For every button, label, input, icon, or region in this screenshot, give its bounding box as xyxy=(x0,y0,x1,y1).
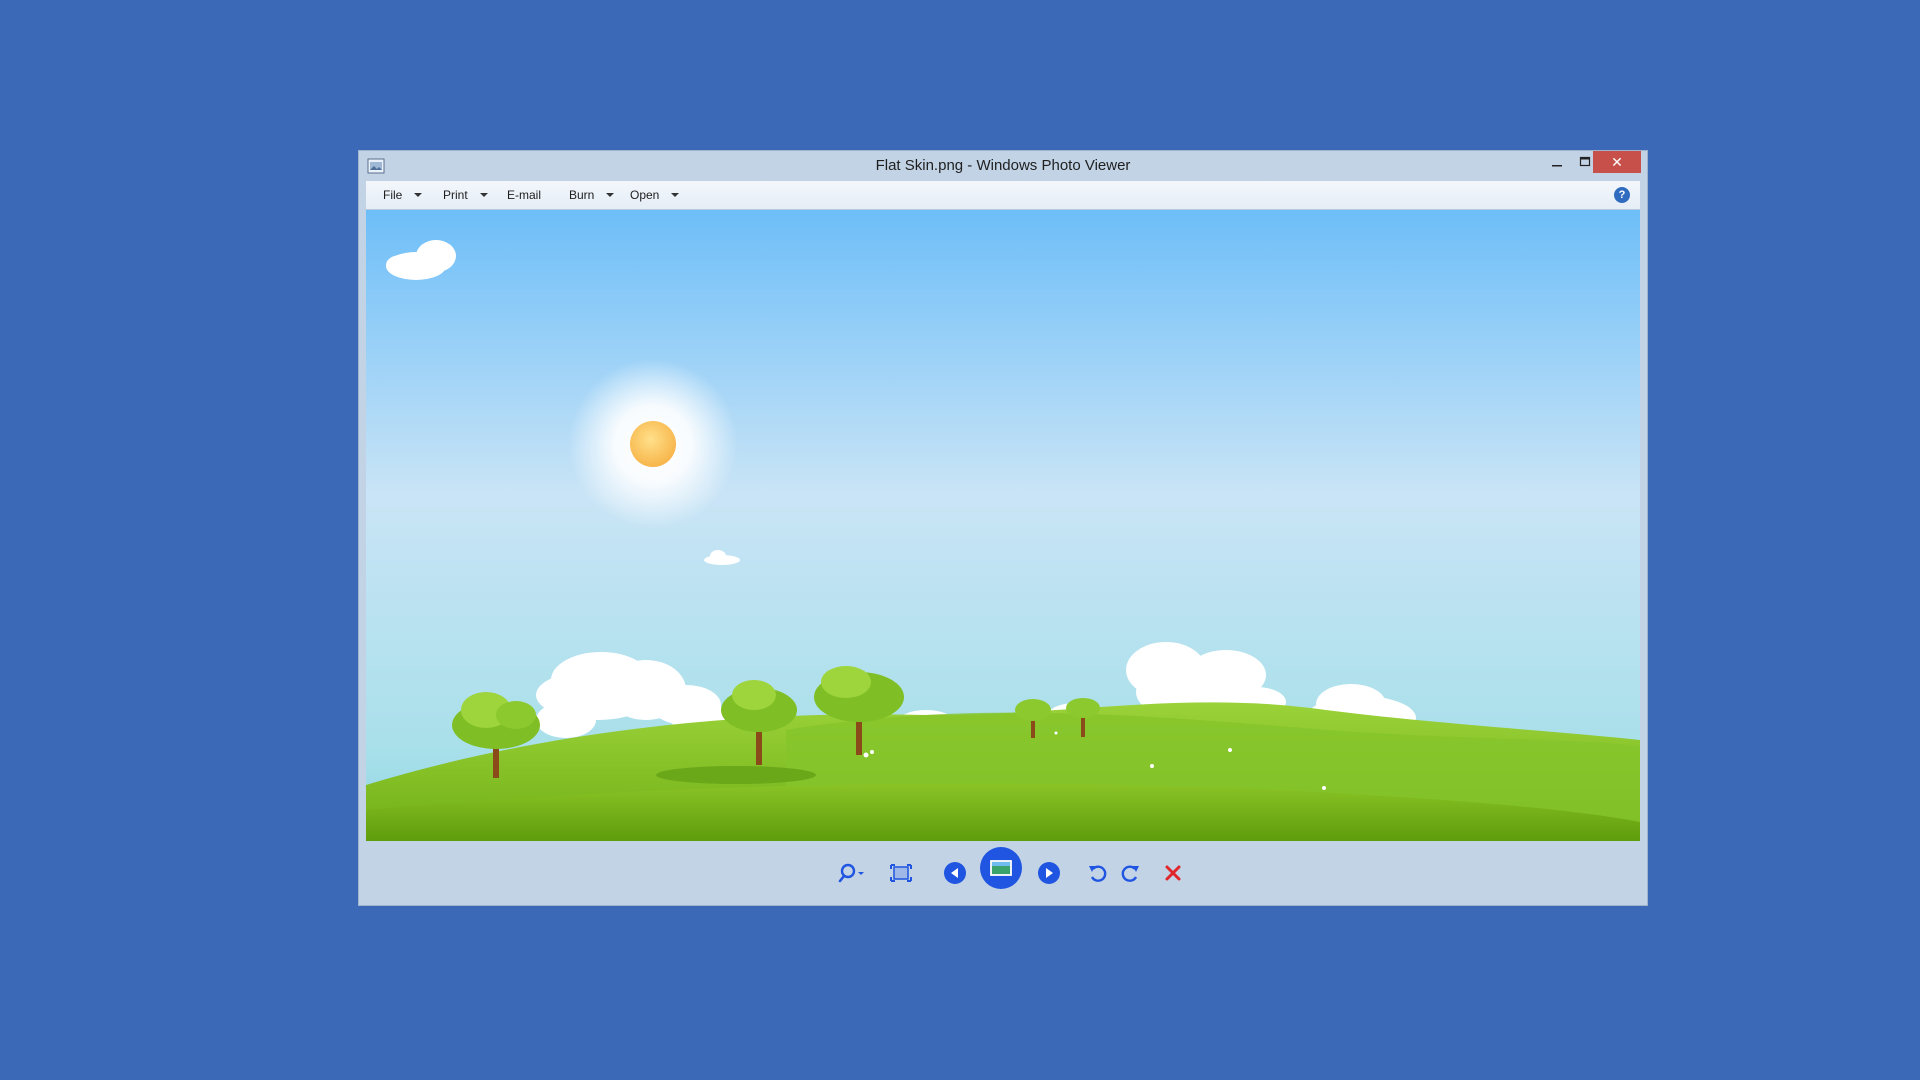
photo-viewer-window: Flat Skin.png - Windows Photo Viewer ✕ F… xyxy=(359,151,1647,905)
zoom-button[interactable] xyxy=(834,859,868,887)
menu-email[interactable]: E-mail xyxy=(507,181,541,209)
menu-file[interactable]: File xyxy=(383,181,423,209)
close-icon: ✕ xyxy=(1611,153,1623,170)
menu-open[interactable]: Open xyxy=(630,181,680,209)
previous-icon xyxy=(944,862,966,884)
chevron-down-icon xyxy=(606,193,615,197)
chevron-down-icon xyxy=(414,193,423,197)
menu-burn-label: Burn xyxy=(569,188,595,202)
slideshow-button[interactable] xyxy=(980,847,1022,889)
help-icon[interactable]: ? xyxy=(1614,187,1630,203)
rotate-counterclockwise-button[interactable] xyxy=(1085,859,1109,887)
window-title: Flat Skin.png - Windows Photo Viewer xyxy=(875,157,1131,174)
landscape-image xyxy=(366,210,1640,841)
next-button[interactable] xyxy=(1035,859,1063,887)
menu-burn[interactable]: Burn xyxy=(569,181,615,209)
actual-size-icon xyxy=(890,864,912,882)
menu-print[interactable]: Print xyxy=(443,181,488,209)
grass-patch xyxy=(656,766,816,784)
chevron-down-icon xyxy=(479,193,488,197)
maximize-icon xyxy=(1579,156,1591,167)
rotate-counterclockwise-icon xyxy=(1089,865,1107,882)
minimize-button[interactable] xyxy=(1543,151,1571,173)
close-button[interactable]: ✕ xyxy=(1593,151,1641,173)
delete-icon xyxy=(1165,865,1181,881)
menu-open-label: Open xyxy=(630,188,660,202)
menu-email-label: E-mail xyxy=(507,188,542,202)
image-viewport[interactable] xyxy=(366,210,1640,841)
rotate-clockwise-button[interactable] xyxy=(1119,859,1143,887)
slideshow-icon xyxy=(980,847,1022,889)
actual-size-button[interactable] xyxy=(887,859,915,887)
zoom-icon xyxy=(838,863,864,883)
delete-button[interactable] xyxy=(1161,859,1185,887)
rotate-clockwise-icon xyxy=(1121,865,1139,882)
previous-button[interactable] xyxy=(941,859,969,887)
minimize-icon xyxy=(1552,165,1562,167)
next-icon xyxy=(1038,862,1060,884)
menu-file-label: File xyxy=(383,188,403,202)
bottom-toolbar xyxy=(359,841,1647,905)
menu-bar: File Print E-mail Burn Open ? xyxy=(366,181,1640,210)
title-bar[interactable]: Flat Skin.png - Windows Photo Viewer ✕ xyxy=(359,151,1647,181)
menu-print-label: Print xyxy=(443,188,468,202)
chevron-down-icon xyxy=(671,193,680,197)
sun xyxy=(568,359,738,529)
